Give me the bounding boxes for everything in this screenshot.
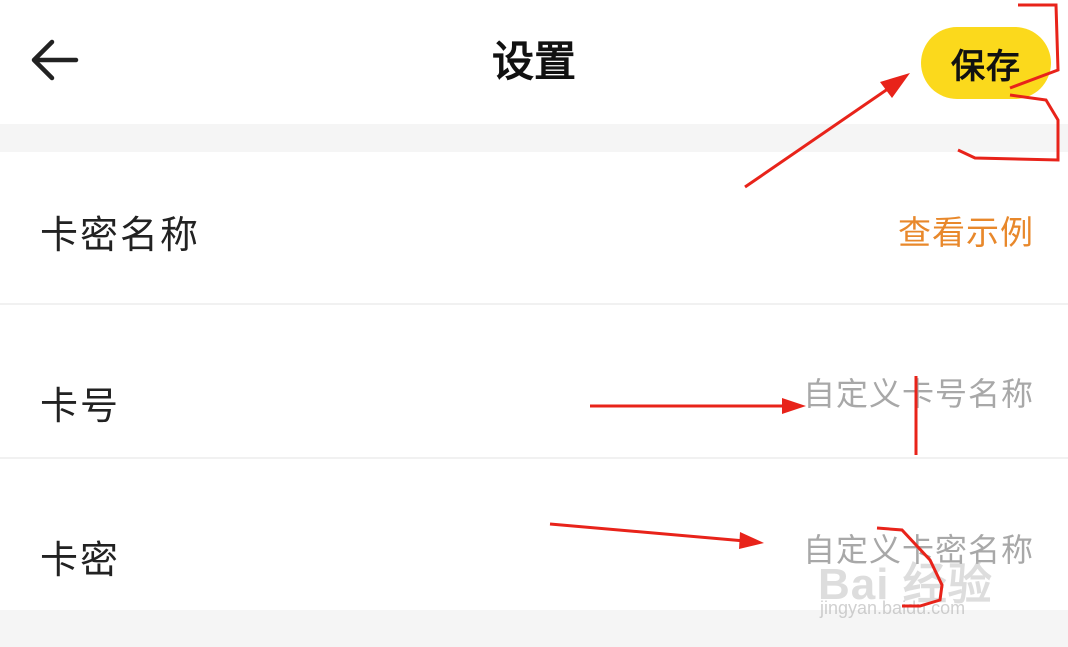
card-secret-name-input[interactable] bbox=[714, 531, 1034, 569]
row-card-number: 卡号 bbox=[0, 305, 1068, 457]
row-card-secret-name: 卡密名称 查看示例 bbox=[0, 152, 1068, 303]
settings-page: 设置 保存 卡密名称 查看示例 卡号 卡密 Bai 经验 jingyan.bai… bbox=[0, 0, 1068, 647]
row-label: 卡密 bbox=[40, 538, 121, 582]
row-card-secret: 卡密 bbox=[0, 459, 1068, 610]
nav-bar: 设置 保存 bbox=[0, 0, 1068, 124]
section-gap bbox=[0, 610, 1068, 647]
row-label: 卡号 bbox=[40, 384, 121, 428]
view-example-link[interactable]: 查看示例 bbox=[898, 206, 1034, 254]
section-gap bbox=[0, 124, 1068, 152]
row-label: 卡密名称 bbox=[40, 213, 201, 257]
card-number-name-input[interactable] bbox=[714, 375, 1034, 413]
save-button[interactable]: 保存 bbox=[921, 27, 1051, 99]
page-title: 设置 bbox=[491, 37, 576, 86]
